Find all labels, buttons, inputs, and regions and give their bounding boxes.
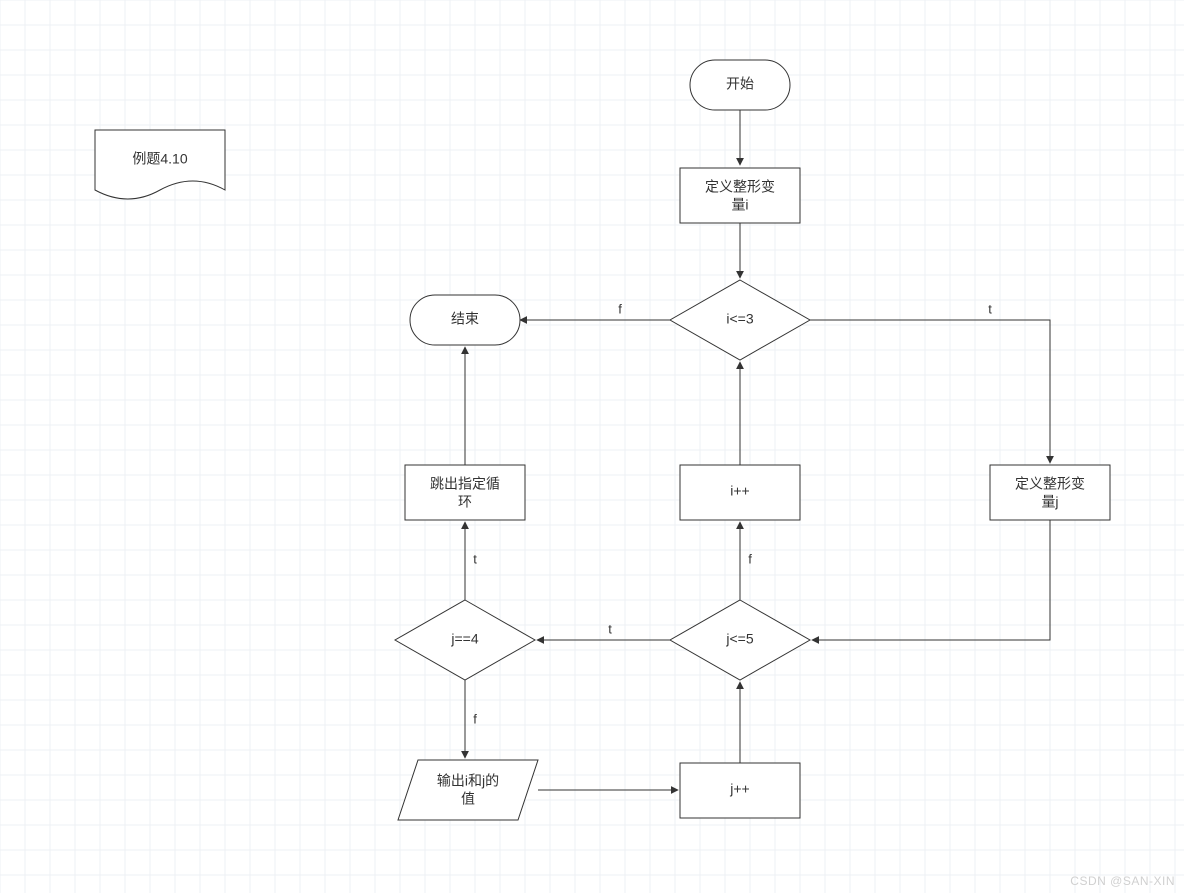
note-title-text: 例题4.10 [132,151,187,167]
watermark: CSDN @SAN-XIN [1070,874,1175,888]
svg-text:f: f [748,551,752,566]
node-cond-j5: j<=5 [670,600,810,680]
svg-text:j==4: j==4 [450,631,478,647]
flowchart-canvas: 例题4.10 开始 定义整形变 量i i<=3 f 结束 t 定义整形变 量j [0,0,1184,893]
svg-text:j<=5: j<=5 [725,631,753,647]
svg-text:i++: i++ [730,483,749,499]
svg-text:t: t [988,301,992,316]
svg-text:结束: 结束 [451,311,479,327]
note-title: 例题4.10 [95,130,225,199]
node-incr-j: j++ [680,763,800,818]
svg-text:定义整形变: 定义整形变 [705,179,775,195]
svg-text:i<=3: i<=3 [726,311,753,327]
svg-text:值: 值 [461,791,475,807]
svg-text:定义整形变: 定义整形变 [1015,476,1085,492]
node-incr-i: i++ [680,465,800,520]
node-define-i: 定义整形变 量i [680,168,800,223]
svg-text:环: 环 [458,494,472,510]
svg-text:f: f [473,711,477,726]
svg-text:f: f [618,301,622,316]
node-define-j: 定义整形变 量j [990,465,1110,520]
svg-text:跳出指定循: 跳出指定循 [430,476,500,492]
svg-text:开始: 开始 [726,76,754,92]
svg-text:量j: 量j [1041,494,1058,510]
edge-condi-true: t [810,301,1050,463]
node-cond-i: i<=3 [670,280,810,360]
node-end: 结束 [410,295,520,345]
edge-condi-false: f [520,301,670,320]
svg-text:j++: j++ [729,781,749,797]
svg-text:输出i和j的: 输出i和j的 [437,773,499,789]
node-break: 跳出指定循 环 [405,465,525,520]
svg-text:t: t [608,621,612,636]
svg-text:t: t [473,551,477,566]
svg-text:量i: 量i [731,197,748,213]
edge-definej-condj5 [812,520,1050,640]
node-output: 输出i和j的 值 [398,760,538,820]
node-cond-j4: j==4 [395,600,535,680]
node-start: 开始 [690,60,790,110]
